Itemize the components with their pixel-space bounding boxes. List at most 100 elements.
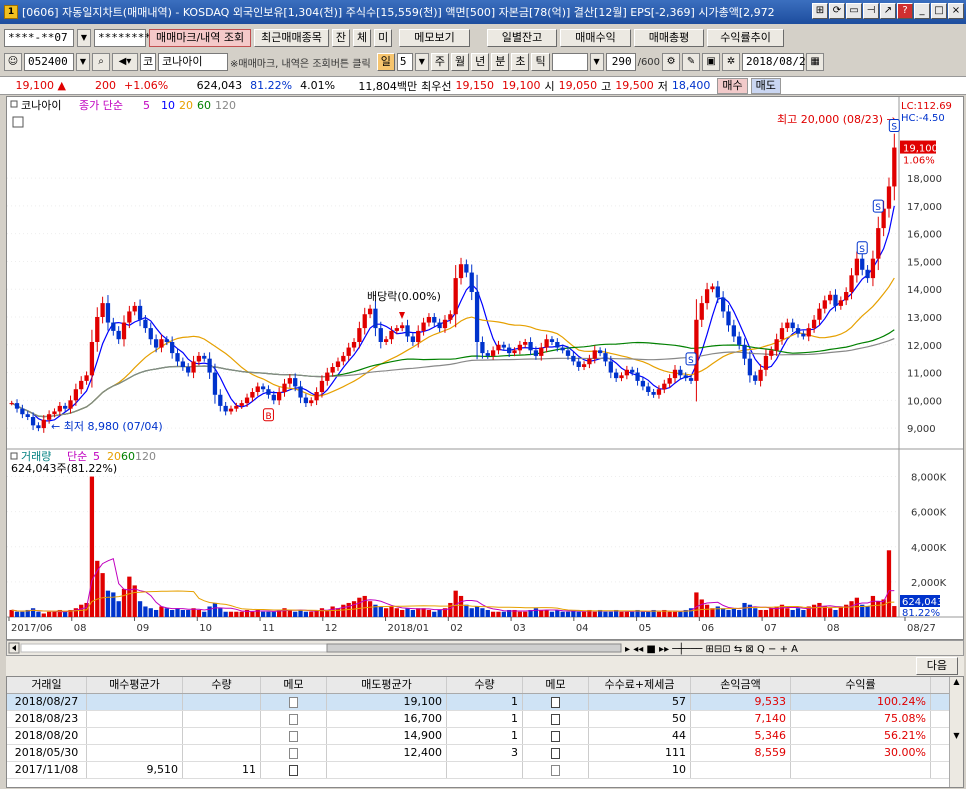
price-chart-panel[interactable]: 19,100 1.06% 18,000 17,000 16,000 15,000 14,00… [6, 96, 964, 640]
pin-icon[interactable]: ⊣ [863, 3, 879, 19]
column-header[interactable]: 수량 [447, 677, 523, 693]
gear-icon[interactable]: ✲ [722, 53, 741, 71]
volume-ma-period[interactable]: 120 [135, 450, 156, 463]
unfilled-button[interactable]: 미 [374, 29, 393, 47]
user-icon[interactable]: ☺ [4, 53, 22, 71]
memo-icon[interactable] [551, 730, 560, 742]
period-year-button[interactable]: 년 [471, 53, 490, 71]
memo-icon[interactable] [551, 747, 560, 759]
cell-sell-avg: 14,900 [327, 728, 447, 744]
memo-icon[interactable] [289, 696, 298, 708]
period-second-button[interactable]: 초 [511, 53, 530, 71]
ma-period-label[interactable]: 10 [161, 99, 175, 112]
grid-toggle-icon[interactable] [12, 116, 24, 128]
account-input[interactable]: ****-**07 [4, 29, 74, 47]
column-header[interactable]: 손익금액 [691, 677, 791, 693]
memo-icon[interactable] [551, 764, 560, 776]
period-dropdown-icon[interactable]: ▼ [414, 53, 429, 71]
volume-bar [448, 602, 453, 617]
window-title: [0606] 자동일지차트(매매내역) - KOSDAQ 외국인보유[1,304… [22, 6, 775, 19]
table-row[interactable]: 2018/08/20 14,900 1 44 5,346 56.21% [7, 728, 963, 745]
table-row[interactable]: 2018/05/30 12,400 3 111 8,559 30.00% [7, 745, 963, 762]
volume-ma-period[interactable]: 60 [121, 450, 135, 463]
maximize-button[interactable]: □ [931, 3, 947, 19]
draw-icon[interactable]: ✎ [682, 53, 701, 71]
settings-icon[interactable]: ⚙ [662, 53, 681, 71]
mark-query-button[interactable]: 매매마크/내역 조회 [149, 29, 252, 47]
period-day-button[interactable]: 일 [376, 53, 395, 71]
tick-dropdown-icon[interactable]: ▼ [589, 53, 604, 71]
next-button[interactable]: 다음 [915, 657, 958, 675]
return-trend-button[interactable]: 수익률추이 [707, 29, 784, 47]
trade-profit-button[interactable]: 매매수익 [560, 29, 631, 47]
date-input[interactable]: 2018/08/27 [742, 53, 812, 71]
memo-view-button[interactable]: 메모보기 [399, 29, 470, 47]
search-icon[interactable]: ⌕ [92, 53, 110, 71]
stock-tab[interactable]: 코나아이 [21, 99, 61, 112]
help-icon[interactable]: ? [897, 3, 913, 19]
memo-icon[interactable] [289, 730, 298, 742]
candle-body [400, 325, 405, 329]
table-row[interactable]: 2018/08/27 19,100 1 57 9,533 100.24% [7, 694, 963, 711]
speaker-icon[interactable]: ◀▾ [112, 53, 138, 71]
candle-body [84, 375, 89, 381]
minimize-button[interactable]: _ [914, 3, 930, 19]
trade-review-button[interactable]: 매매총평 [633, 29, 705, 47]
collapse-icon[interactable] [10, 100, 18, 108]
volume-collapse-icon[interactable] [10, 452, 18, 460]
chart-icon[interactable]: ↗ [880, 3, 896, 19]
balance-button[interactable]: 잔 [331, 29, 351, 47]
column-header[interactable]: 매도평균가 [327, 677, 447, 693]
account-dropdown-icon[interactable]: ▼ [77, 29, 91, 47]
column-header[interactable]: 메모 [523, 677, 589, 693]
ma-period-label[interactable]: 20 [179, 99, 193, 112]
column-header[interactable]: 수수료+제세금 [589, 677, 691, 693]
stock-name-field[interactable]: 코나아이 [158, 53, 228, 71]
price-pane[interactable] [7, 97, 963, 449]
daily-balance-button[interactable]: 일별잔고 [486, 29, 558, 47]
ma-period-label[interactable]: 120 [215, 99, 236, 112]
calendar-icon[interactable]: ▦ [806, 53, 825, 71]
code-dropdown-icon[interactable]: ▼ [76, 53, 90, 71]
column-header[interactable]: 수익률 [791, 677, 931, 693]
table-row[interactable]: 2018/08/23 16,700 1 50 7,140 75.08% [7, 711, 963, 728]
sync-icon[interactable]: ⟳ [829, 3, 845, 19]
password-input[interactable]: ******** [94, 29, 151, 47]
playback-controls[interactable]: ▸ ◂◂ ■ ▸▸ ─┼─── ⊞⊟⊡ ⇆ ⊠ Q − + A [625, 642, 798, 655]
column-header[interactable]: 수량 [183, 677, 261, 693]
play-icons[interactable]: ▸ ◂◂ ■ ▸▸ ─┼─── ⊞⊟⊡ ⇆ ⊠ Q − + A [625, 642, 798, 655]
recent-trades-button[interactable]: 최근매매종목 [254, 29, 329, 47]
memo-icon[interactable] [551, 696, 560, 708]
window-icon[interactable]: ▭ [846, 3, 862, 19]
memo-icon[interactable] [289, 747, 298, 759]
table-row[interactable]: 2017/11/08 9,510 11 10 [7, 762, 963, 779]
sell-button[interactable]: 매도 [750, 77, 781, 94]
scroll-thumb[interactable] [326, 643, 622, 653]
tick-unit-input[interactable] [551, 53, 588, 71]
cell-rate: 30.00% [791, 745, 931, 761]
period-minute-button[interactable]: 분 [491, 53, 510, 71]
memo-icon[interactable] [289, 713, 298, 725]
period-month-button[interactable]: 월 [450, 53, 470, 71]
column-header[interactable]: 거래일 [7, 677, 87, 693]
chart-svg[interactable]: 19,1001.06% 18,000 17,000 16,000 15,000 14,00… [7, 97, 963, 639]
period-tick-button[interactable]: 틱 [531, 53, 550, 71]
buy-button[interactable]: 매수 [717, 77, 748, 94]
memo-icon[interactable] [289, 764, 298, 776]
memo-icon[interactable] [551, 713, 560, 725]
ma-period-label[interactable]: 5 [143, 99, 150, 112]
count-input[interactable]: 290 [605, 53, 636, 71]
period-n-input[interactable]: 5 [396, 53, 413, 71]
period-week-button[interactable]: 주 [430, 53, 449, 71]
filled-button[interactable]: 체 [353, 29, 372, 47]
candle-body [785, 322, 790, 329]
close-button[interactable]: × [948, 3, 964, 19]
stock-code-input[interactable]: 052400 [24, 53, 74, 71]
ma-period-label[interactable]: 60 [197, 99, 211, 112]
table-scrollbar[interactable]: ▲ ▼ [949, 677, 963, 787]
column-header[interactable]: 메모 [261, 677, 327, 693]
candle-body [25, 414, 30, 417]
save-icon[interactable]: ▣ [702, 53, 721, 71]
link-icon[interactable]: ⊞ [812, 3, 828, 19]
column-header[interactable]: 매수평균가 [87, 677, 183, 693]
